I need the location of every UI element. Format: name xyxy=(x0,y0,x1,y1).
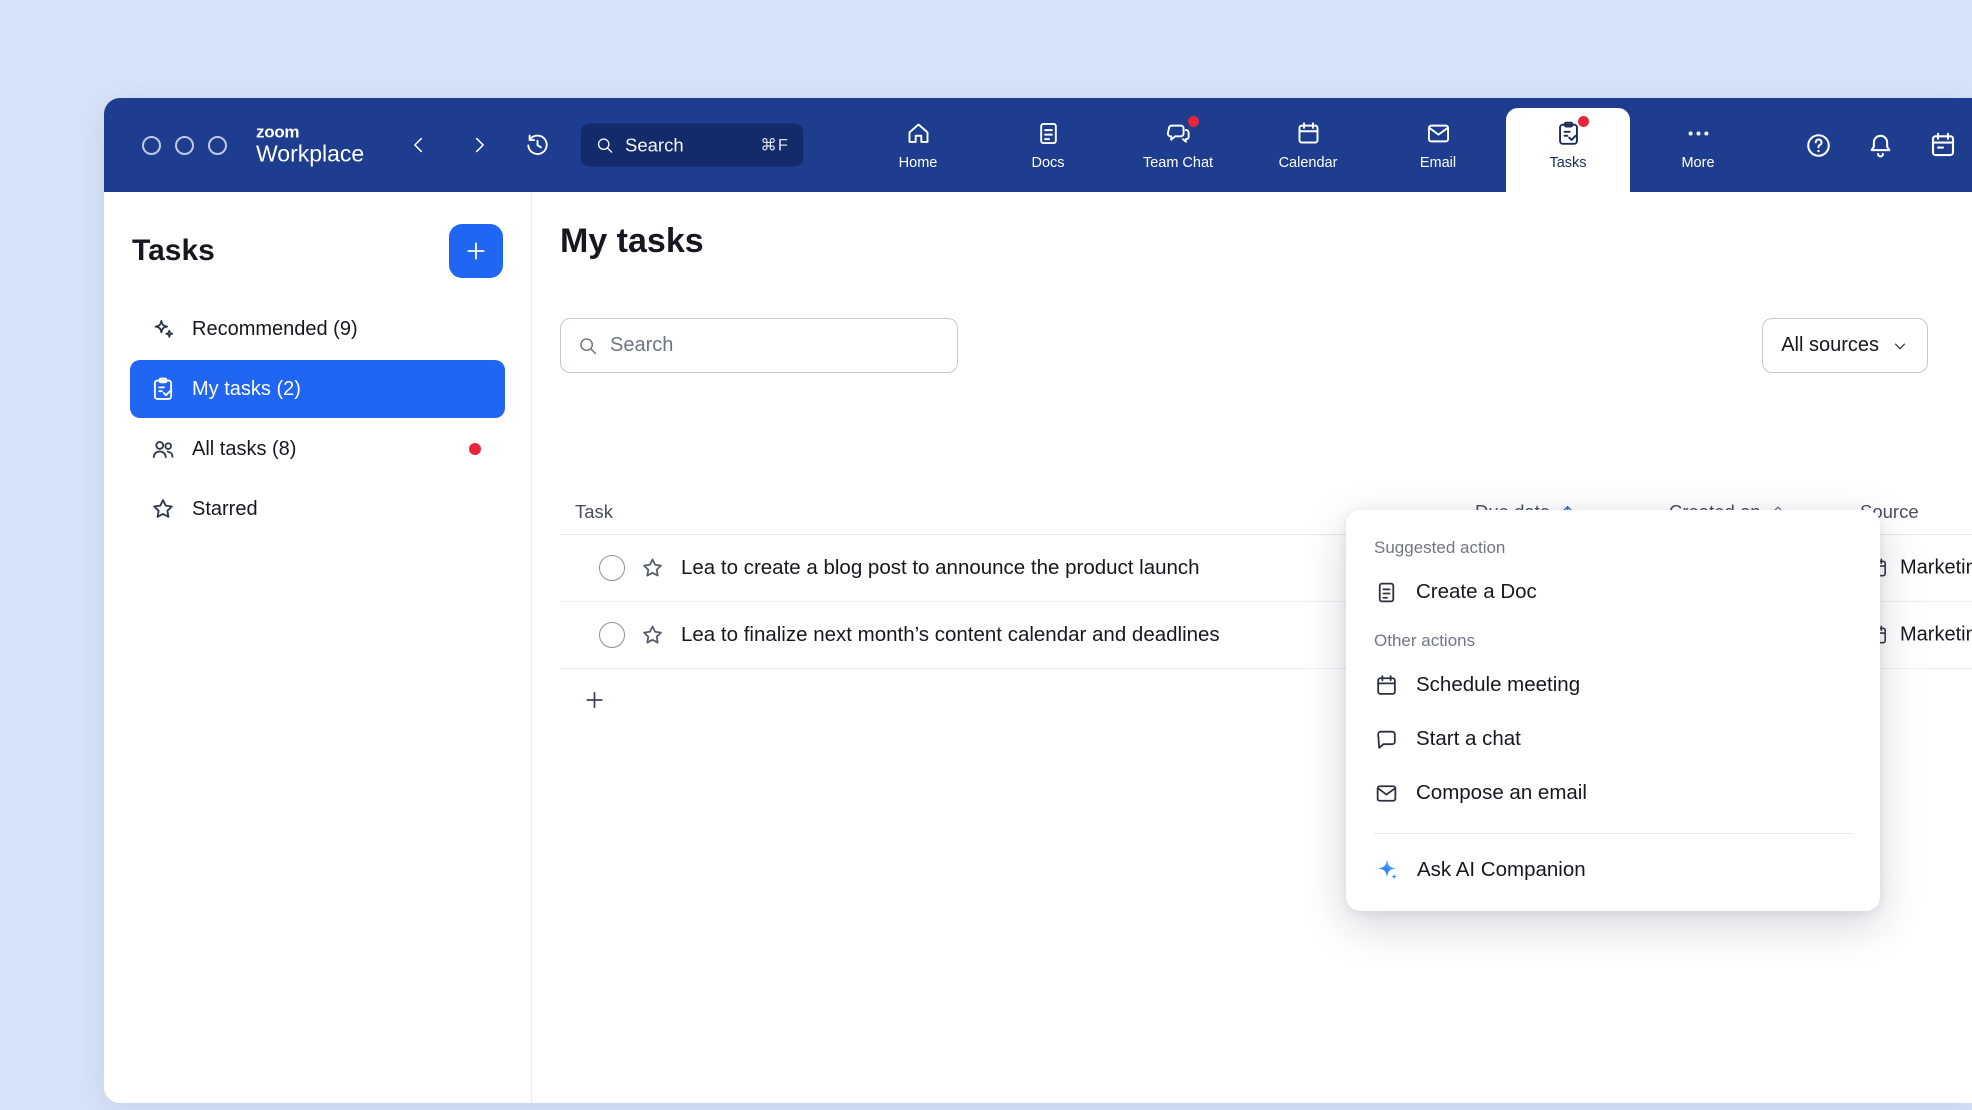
window-control-1[interactable] xyxy=(142,136,161,155)
primary-nav: Home Docs Team Chat Calendar xyxy=(853,98,1763,192)
tasks-icon xyxy=(1555,120,1582,147)
topbar: zoom Workplace Search ⌘F Home xyxy=(104,98,1972,192)
calendar-icon xyxy=(1295,120,1322,147)
star-icon xyxy=(150,496,176,522)
add-task-button[interactable] xyxy=(449,224,503,278)
menu-item-ask-ai-companion[interactable]: Ask AI Companion xyxy=(1346,843,1880,897)
sidebar-title: Tasks xyxy=(132,234,215,268)
task-search-input[interactable] xyxy=(610,334,941,357)
all-tasks-badge xyxy=(469,443,481,455)
team-chat-badge xyxy=(1188,116,1199,127)
task-complete-circle[interactable] xyxy=(599,622,625,648)
back-button[interactable] xyxy=(408,134,430,156)
search-icon xyxy=(595,136,614,155)
history-icon[interactable] xyxy=(524,132,551,159)
chevron-down-icon xyxy=(1891,337,1909,355)
task-title[interactable]: Lea to finalize next month’s content cal… xyxy=(681,623,1220,647)
global-search-placeholder: Search xyxy=(625,134,684,156)
window-control-3[interactable] xyxy=(208,136,227,155)
forward-button[interactable] xyxy=(468,134,490,156)
menu-item-compose-email[interactable]: Compose an email xyxy=(1346,766,1880,820)
menu-item-schedule-meeting[interactable]: Schedule meeting xyxy=(1346,658,1880,712)
search-icon xyxy=(577,335,598,356)
source-label: Marketing xyxy=(1900,557,1972,580)
email-icon xyxy=(1374,781,1399,806)
help-icon[interactable] xyxy=(1804,131,1833,160)
sidebar-item-starred[interactable]: Starred xyxy=(130,480,505,538)
nav-email[interactable]: Email xyxy=(1373,98,1503,192)
team-chat-icon xyxy=(1165,120,1192,147)
star-icon[interactable] xyxy=(640,623,665,648)
sidebar-item-recommended[interactable]: Recommended (9) xyxy=(130,300,505,358)
task-title[interactable]: Lea to create a blog post to announce th… xyxy=(681,556,1200,580)
other-actions-label: Other actions xyxy=(1346,631,1880,651)
logo-zoom: zoom xyxy=(256,123,364,141)
calendar-panel-icon[interactable] xyxy=(1928,130,1958,160)
sidebar-item-all-tasks[interactable]: All tasks (8) xyxy=(130,420,505,478)
ai-actions-menu: Suggested action Create a Doc Other acti… xyxy=(1346,510,1880,911)
nav-calendar[interactable]: Calendar xyxy=(1243,98,1373,192)
menu-divider xyxy=(1374,833,1852,834)
all-sources-dropdown[interactable]: All sources xyxy=(1762,318,1928,373)
window-control-2[interactable] xyxy=(175,136,194,155)
menu-item-start-chat[interactable]: Start a chat xyxy=(1346,712,1880,766)
logo-workplace: Workplace xyxy=(256,142,364,167)
search-shortcut: ⌘F xyxy=(760,135,789,155)
more-icon xyxy=(1685,120,1712,147)
window-controls xyxy=(142,98,227,192)
nav-team-chat[interactable]: Team Chat xyxy=(1113,98,1243,192)
source-label: Marketing xyxy=(1900,624,1972,647)
column-task[interactable]: Task xyxy=(575,501,613,523)
suggested-action-label: Suggested action xyxy=(1346,538,1880,558)
nav-docs[interactable]: Docs xyxy=(983,98,1113,192)
sparkles-icon xyxy=(150,316,176,342)
plus-icon xyxy=(582,688,607,713)
nav-home[interactable]: Home xyxy=(853,98,983,192)
task-search-box xyxy=(560,318,958,373)
chat-bubble-icon xyxy=(1374,727,1399,752)
global-search[interactable]: Search ⌘F xyxy=(581,124,803,167)
calendar-icon xyxy=(1374,673,1399,698)
task-complete-circle[interactable] xyxy=(599,555,625,581)
notifications-bell-icon[interactable] xyxy=(1866,131,1895,160)
app-window: zoom Workplace Search ⌘F Home xyxy=(104,98,1972,1103)
topbar-right-icons xyxy=(1804,98,1958,192)
sidebar-item-label: Starred xyxy=(192,498,258,521)
nav-tasks[interactable]: Tasks xyxy=(1503,98,1633,192)
doc-icon xyxy=(1374,580,1399,605)
home-icon xyxy=(905,120,932,147)
page-title: My tasks xyxy=(560,222,704,261)
sidebar-item-my-tasks[interactable]: My tasks (2) xyxy=(130,360,505,418)
sidebar-item-label: All tasks (8) xyxy=(192,438,296,461)
nav-more[interactable]: More xyxy=(1633,98,1763,192)
ai-companion-icon xyxy=(1374,857,1400,883)
tasks-badge xyxy=(1578,116,1589,127)
sidebar-item-label: My tasks (2) xyxy=(192,378,301,401)
email-icon xyxy=(1425,120,1452,147)
star-icon[interactable] xyxy=(640,556,665,581)
tasks-sidebar: Tasks Recommended (9) My tasks (2) xyxy=(104,192,532,1103)
menu-item-create-doc[interactable]: Create a Doc xyxy=(1346,565,1880,619)
people-icon xyxy=(150,436,176,462)
clipboard-check-icon xyxy=(150,376,176,402)
sidebar-item-label: Recommended (9) xyxy=(192,318,358,341)
zoom-workplace-logo: zoom Workplace xyxy=(256,123,364,166)
docs-icon xyxy=(1035,120,1062,147)
